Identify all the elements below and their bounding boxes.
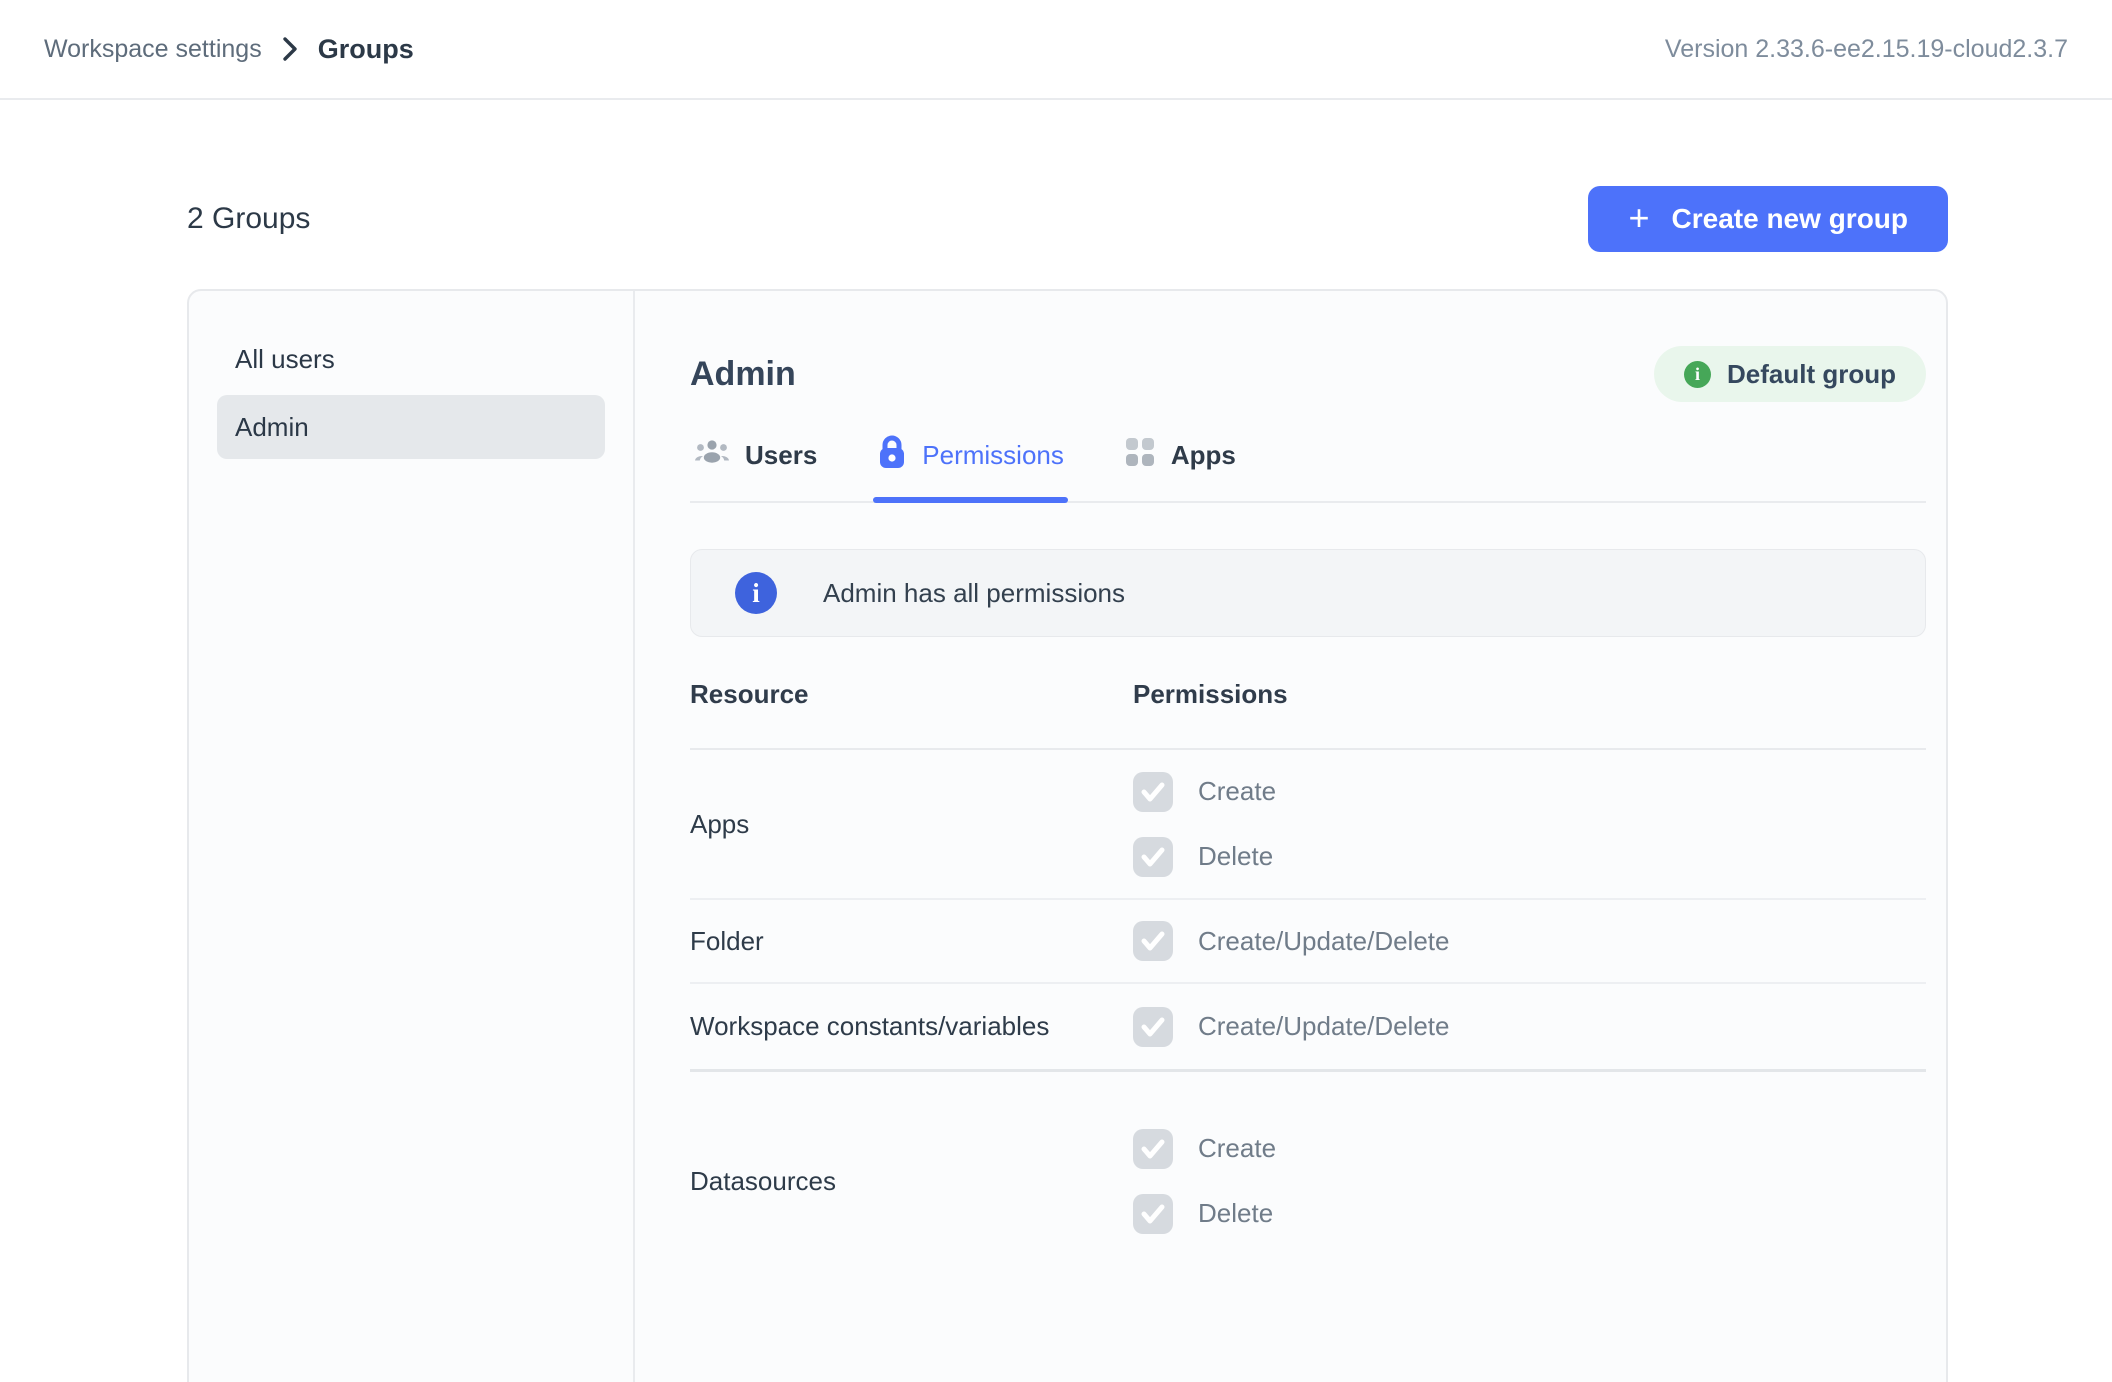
table-row-folder: Folder Create/Update/Delete <box>690 900 1926 984</box>
tab-permissions-label: Permissions <box>922 440 1064 471</box>
group-tabs: Users Permissions <box>690 428 1926 503</box>
create-checkbox-checked[interactable] <box>1133 772 1173 812</box>
create-new-group-label: Create new group <box>1672 203 1908 235</box>
permissions-info-text: Admin has all permissions <box>823 578 1125 609</box>
tab-permissions[interactable]: Permissions <box>873 428 1068 501</box>
lock-icon <box>877 434 907 477</box>
permission-label: Delete <box>1198 841 1273 872</box>
permissions-table: Resource Permissions Apps Create <box>690 637 1926 1290</box>
permission-item: Delete <box>1133 837 1926 877</box>
permission-label: Create/Update/Delete <box>1198 1011 1449 1042</box>
delete-checkbox-checked[interactable] <box>1133 1194 1173 1234</box>
breadcrumb-chevron-icon <box>282 36 298 62</box>
group-detail-panel: Admin i Default group <box>635 291 1946 1382</box>
permission-item: Create <box>1133 1129 1926 1169</box>
version-label: Version 2.33.6-ee2.15.19-cloud2.3.7 <box>1665 35 2068 64</box>
permission-label: Create <box>1198 776 1276 807</box>
tab-users[interactable]: Users <box>690 428 821 501</box>
permission-label: Create/Update/Delete <box>1198 926 1449 957</box>
permission-item: Create/Update/Delete <box>1133 1007 1926 1047</box>
breadcrumb-workspace-settings[interactable]: Workspace settings <box>44 35 262 64</box>
create-checkbox-checked[interactable] <box>1133 1129 1173 1169</box>
permissions-cell: Create Delete <box>1133 772 1926 877</box>
groups-card: All users Admin Admin i Default group <box>187 289 1948 1382</box>
app-header: Workspace settings Groups Version 2.33.6… <box>0 0 2112 100</box>
sidebar-item-admin[interactable]: Admin <box>217 395 605 459</box>
permissions-cell: Create Delete <box>1133 1129 1926 1234</box>
sidebar-item-label: Admin <box>235 412 309 443</box>
tab-apps-label: Apps <box>1171 440 1236 471</box>
group-title-row: Admin i Default group <box>690 346 1926 402</box>
permission-item: Create/Update/Delete <box>1133 921 1926 961</box>
crud-checkbox-checked[interactable] <box>1133 921 1173 961</box>
resource-label: Datasources <box>690 1166 1133 1197</box>
resource-column-header: Resource <box>690 679 1133 710</box>
info-icon: i <box>735 572 777 614</box>
permissions-column-header: Permissions <box>1133 679 1926 710</box>
resource-label: Workspace constants/variables <box>690 1011 1133 1042</box>
table-row-datasources: Datasources Create Delete <box>690 1072 1926 1290</box>
sidebar-item-all-users[interactable]: All users <box>217 327 605 391</box>
plus-icon: + <box>1628 200 1649 236</box>
crud-checkbox-checked[interactable] <box>1133 1007 1173 1047</box>
groups-toolbar: 2 Groups + Create new group <box>187 186 1948 252</box>
sidebar-item-label: All users <box>235 344 335 375</box>
permission-item: Delete <box>1133 1194 1926 1234</box>
delete-checkbox-checked[interactable] <box>1133 837 1173 877</box>
permissions-cell: Create/Update/Delete <box>1133 921 1926 961</box>
permission-label: Create <box>1198 1133 1276 1164</box>
table-row-workspace-constants: Workspace constants/variables Create/Upd… <box>690 984 1926 1072</box>
create-new-group-button[interactable]: + Create new group <box>1588 186 1948 252</box>
permissions-info-banner: i Admin has all permissions <box>690 549 1926 637</box>
resource-label: Folder <box>690 926 1133 957</box>
groups-list-sidebar: All users Admin <box>189 291 635 1382</box>
permission-label: Delete <box>1198 1198 1273 1229</box>
default-group-badge-label: Default group <box>1727 359 1896 390</box>
tab-apps[interactable]: Apps <box>1120 428 1240 501</box>
tab-users-label: Users <box>745 440 817 471</box>
table-row-apps: Apps Create Delete <box>690 750 1926 900</box>
group-title: Admin <box>690 355 796 394</box>
grid-icon <box>1124 436 1156 475</box>
breadcrumb: Workspace settings Groups <box>44 34 414 65</box>
breadcrumb-groups: Groups <box>318 34 414 65</box>
permission-item: Create <box>1133 772 1926 812</box>
default-group-badge: i Default group <box>1654 346 1926 402</box>
resource-label: Apps <box>690 809 1133 840</box>
users-icon <box>694 437 730 474</box>
permissions-table-header: Resource Permissions <box>690 637 1926 750</box>
permissions-cell: Create/Update/Delete <box>1133 1007 1926 1047</box>
green-info-icon: i <box>1684 361 1711 388</box>
groups-count: 2 Groups <box>187 202 310 236</box>
